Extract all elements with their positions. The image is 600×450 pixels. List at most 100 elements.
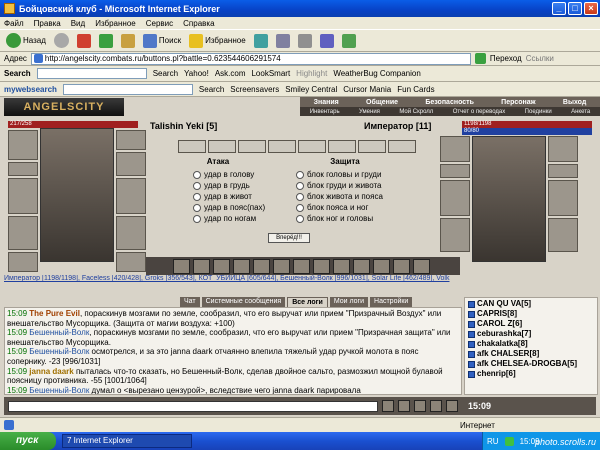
- minimize-button[interactable]: _: [552, 2, 566, 15]
- helmet-slot[interactable]: [8, 130, 38, 160]
- enemy-helmet-slot[interactable]: [440, 136, 470, 162]
- mywebsearch-input[interactable]: [62, 83, 193, 95]
- nav-fights[interactable]: Поединки: [525, 109, 552, 115]
- player-name[interactable]: ceburashka[7]: [477, 329, 531, 339]
- block-chest-belly-radio[interactable]: блок груди и живота: [296, 180, 383, 191]
- menu-file[interactable]: Файл: [4, 19, 24, 28]
- attack-waist-radio[interactable]: удар в пояс(пах): [193, 202, 265, 213]
- skill-slot[interactable]: [333, 258, 350, 274]
- player-name[interactable]: CAPRIS[8]: [477, 309, 517, 319]
- player-row[interactable]: afk CHALSER[8]: [468, 349, 594, 359]
- menu-tools[interactable]: Сервис: [146, 19, 173, 28]
- skill-slot[interactable]: [193, 258, 210, 274]
- nav-exit[interactable]: Выход: [563, 99, 586, 106]
- nav-transfers[interactable]: Отчет о переводах: [453, 109, 506, 115]
- home-button[interactable]: [119, 31, 137, 51]
- block-belly-waist-radio[interactable]: блок живота и пояса: [296, 191, 383, 202]
- tab-settings[interactable]: Настройки: [370, 297, 413, 307]
- nav-skills[interactable]: Умения: [359, 109, 380, 115]
- enemy-earrings-slot[interactable]: [548, 136, 578, 162]
- enemy-necklace-slot[interactable]: [440, 164, 470, 178]
- chat-input[interactable]: [8, 400, 378, 412]
- network-icon[interactable]: [504, 436, 514, 446]
- item-cell[interactable]: [238, 140, 266, 153]
- refresh-button[interactable]: [97, 31, 115, 51]
- nav-my-scroll[interactable]: Мой Скролл: [399, 109, 433, 115]
- menu-view[interactable]: Вид: [71, 19, 85, 28]
- clear-icon[interactable]: [414, 400, 426, 412]
- rings-slot[interactable]: [116, 152, 146, 176]
- language-indicator[interactable]: RU: [487, 437, 499, 446]
- nav-character[interactable]: Персонаж: [501, 99, 535, 106]
- player-row[interactable]: afk CHELSEA-DROGBA[5]: [468, 359, 594, 369]
- player-name[interactable]: afk CHALSER[8]: [477, 349, 539, 359]
- nav-communication[interactable]: Общение: [366, 99, 398, 106]
- skill-slot[interactable]: [253, 258, 270, 274]
- skill-slot[interactable]: [273, 258, 290, 274]
- enemy-gloves-slot[interactable]: [548, 218, 578, 252]
- go-arrow-icon[interactable]: [474, 53, 486, 64]
- enemy-offhand-slot[interactable]: [548, 180, 578, 216]
- smiley-button[interactable]: Smiley Central: [285, 85, 337, 94]
- fighters-text[interactable]: Император [1198/1198], Faceless [420/428…: [4, 275, 449, 282]
- item-cell[interactable]: [208, 140, 236, 153]
- search-button[interactable]: Поиск: [141, 31, 183, 51]
- skill-slot[interactable]: [213, 258, 230, 274]
- skill-slot[interactable]: [313, 258, 330, 274]
- weather-button[interactable]: WeatherBug Companion: [333, 69, 420, 78]
- tab-chat[interactable]: Чат: [180, 297, 200, 307]
- attack-button[interactable]: Вперёд!!!: [268, 233, 310, 243]
- looksmart-button[interactable]: LookSmart: [251, 69, 290, 78]
- highlight-button[interactable]: Highlight: [296, 69, 327, 78]
- player-name[interactable]: chenrip[6]: [477, 369, 516, 379]
- player-row[interactable]: chakalatka[8]: [468, 339, 594, 349]
- messenger-button[interactable]: [340, 31, 358, 51]
- right-player-name[interactable]: Император [11]: [364, 121, 431, 131]
- item-cell[interactable]: [268, 140, 296, 153]
- nav-knowledge[interactable]: Знания: [314, 99, 339, 106]
- player-name[interactable]: CAN QU VA[5]: [477, 299, 531, 309]
- attack-head-radio[interactable]: удар в голову: [193, 169, 265, 180]
- attack-chest-radio[interactable]: удар в грудь: [193, 180, 265, 191]
- player-row[interactable]: CAN QU VA[5]: [468, 299, 594, 309]
- taskbar-ie-item[interactable]: 7 Internet Explorer: [62, 434, 192, 448]
- skill-slot[interactable]: [173, 258, 190, 274]
- toolbar-search-button[interactable]: Search: [153, 69, 178, 78]
- nav-security[interactable]: Безопасность: [425, 99, 474, 106]
- log-name[interactable]: Бешенный-Волк: [29, 386, 89, 394]
- close-button[interactable]: ×: [584, 2, 598, 15]
- tab-my-logs[interactable]: Мои логи: [329, 297, 369, 307]
- favorites-button[interactable]: Избранное: [187, 31, 248, 51]
- offhand-slot[interactable]: [116, 178, 146, 214]
- player-row[interactable]: CAROL Z[6]: [468, 319, 594, 329]
- edit-button[interactable]: [318, 31, 336, 51]
- boots-slot[interactable]: [116, 252, 146, 272]
- item-cell[interactable]: [388, 140, 416, 153]
- mail-button[interactable]: [274, 31, 292, 51]
- cursor-mania-button[interactable]: Cursor Mania: [343, 85, 391, 94]
- armor-slot[interactable]: [8, 216, 38, 250]
- log-name[interactable]: The Pure Evil: [29, 309, 80, 318]
- skill-slot[interactable]: [413, 258, 430, 274]
- attack-belly-radio[interactable]: удар в живот: [193, 191, 265, 202]
- skill-slot[interactable]: [353, 258, 370, 274]
- necklace-slot[interactable]: [8, 162, 38, 176]
- maximize-button[interactable]: □: [568, 2, 582, 15]
- gloves-slot[interactable]: [116, 216, 146, 250]
- print-button[interactable]: [296, 31, 314, 51]
- filter-icon[interactable]: [446, 400, 458, 412]
- tab-all-logs[interactable]: Все логи: [287, 297, 328, 307]
- skill-slot[interactable]: [373, 258, 390, 274]
- menu-help[interactable]: Справка: [183, 19, 214, 28]
- screensavers-button[interactable]: Screensavers: [230, 85, 279, 94]
- player-name[interactable]: chakalatka[8]: [477, 339, 528, 349]
- yahoo-button[interactable]: Yahoo!: [184, 69, 209, 78]
- skill-slot[interactable]: [393, 258, 410, 274]
- fun-cards-button[interactable]: Fun Cards: [397, 85, 434, 94]
- forward-button[interactable]: [52, 31, 71, 51]
- menu-favorites[interactable]: Избранное: [95, 19, 136, 28]
- mywebsearch-button[interactable]: Search: [199, 85, 224, 94]
- player-row[interactable]: ceburashka[7]: [468, 329, 594, 339]
- block-head-chest-radio[interactable]: блок головы и груди: [296, 169, 383, 180]
- item-cell[interactable]: [358, 140, 386, 153]
